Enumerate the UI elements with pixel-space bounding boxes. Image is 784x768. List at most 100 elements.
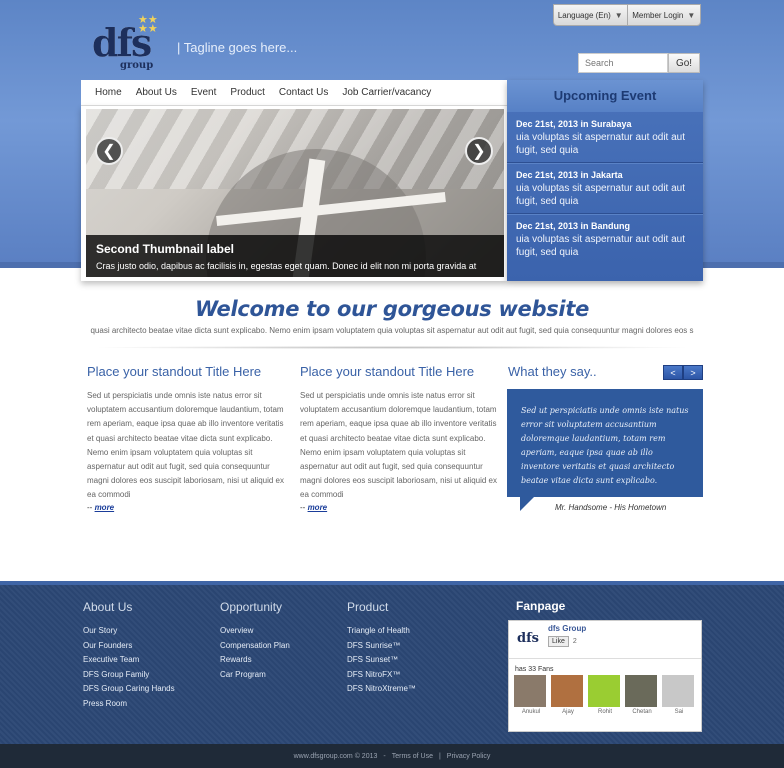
footer-product-title: Product: [347, 600, 389, 614]
event-date: Dec 21st, 2013 in Surabaya: [516, 119, 632, 129]
language-label: Language (En): [557, 10, 611, 20]
footer-link[interactable]: DFS NitroXtreme™: [347, 682, 416, 697]
footer-link[interactable]: Triangle of Health: [347, 624, 416, 639]
testimonial-prev-button[interactable]: <: [663, 365, 683, 380]
logo-text: dfs: [92, 20, 152, 65]
column-body: Sed ut perspiciatis unde omnis iste natu…: [87, 391, 284, 500]
footer-link[interactable]: Executive Team: [83, 653, 175, 668]
privacy-link[interactable]: Privacy Policy: [447, 753, 491, 760]
read-more: -- more: [87, 502, 115, 512]
nav-event[interactable]: Event: [184, 87, 224, 98]
slide-caption: Second Thumbnail label Cras justo odio, …: [86, 235, 504, 277]
footer-opportunity: Opportunity Overview Compensation Plan R…: [220, 600, 290, 682]
chevron-down-icon: ▼: [614, 10, 623, 20]
footer-link[interactable]: Press Room: [83, 697, 175, 712]
fb-page-logo[interactable]: dfs: [512, 624, 544, 656]
event-text: uia voluptas sit aspernatur aut odit aut…: [516, 183, 685, 207]
fanpage-title: Fanpage: [516, 599, 566, 613]
footer-link[interactable]: DFS Sunset™: [347, 653, 416, 668]
event-text: uia voluptas sit aspernatur aut odit aut…: [516, 132, 685, 156]
footer-about-title: About Us: [83, 600, 133, 614]
column-title: Place your standout Title Here: [87, 364, 262, 379]
logo-subtext: group: [120, 60, 154, 71]
welcome-title: Welcome to our gorgeous website: [194, 297, 590, 321]
testimonial-controls: < >: [663, 365, 703, 380]
footer-link[interactable]: Rewards: [220, 653, 290, 668]
event-item[interactable]: Dec 21st, 2013 in Surabaya uia voluptas …: [507, 112, 703, 163]
upcoming-events-panel: Upcoming Event Dec 21st, 2013 in Surabay…: [507, 80, 703, 281]
event-item[interactable]: Dec 21st, 2013 in Bandung uia voluptas s…: [507, 214, 703, 265]
terms-link[interactable]: Terms of Use: [392, 753, 433, 760]
footer-link[interactable]: DFS Sunrise™: [347, 639, 416, 654]
slider-next-button[interactable]: ❯: [465, 137, 493, 165]
avatar: [551, 675, 583, 707]
footer-link[interactable]: DFS Group Caring Hands: [83, 682, 175, 697]
footer-link[interactable]: Compensation Plan: [220, 639, 290, 654]
copyright: www.dfsgroup.com © 2013: [293, 752, 378, 760]
content-column: Place your standout Title Here Sed ut pe…: [87, 364, 287, 512]
footer-product: Product Triangle of Health DFS Sunrise™ …: [347, 600, 416, 697]
footer-link[interactable]: DFS Group Family: [83, 668, 175, 683]
language-dropdown[interactable]: Language (En) ▼: [554, 5, 627, 25]
footer-link[interactable]: Our Founders: [83, 639, 175, 654]
tagline: | Tagline goes here...: [177, 40, 298, 55]
slide-image: ❮ ❯ Second Thumbnail label Cras justo od…: [86, 109, 504, 277]
footer-link[interactable]: Car Program: [220, 668, 290, 683]
more-link[interactable]: more: [308, 503, 328, 512]
nav-job-carrier[interactable]: Job Carrier/vacancy: [335, 87, 438, 98]
avatar: [662, 675, 694, 707]
fan-face[interactable]: Rohit: [588, 675, 622, 715]
column-title: Place your standout Title Here: [300, 364, 475, 379]
event-date: Dec 21st, 2013 in Bandung: [516, 221, 631, 231]
read-more: -- more: [300, 502, 328, 512]
quote-tail: [520, 497, 534, 511]
search-button[interactable]: Go!: [668, 53, 700, 73]
fb-fan-faces: Anukul Ajay Rohit Chetan Sai: [509, 675, 701, 715]
search-form: Go!: [578, 53, 700, 73]
footer-link[interactable]: DFS NitroFX™: [347, 668, 416, 683]
slide-caption-title: Second Thumbnail label: [96, 242, 235, 256]
slide-caption-text: Cras justo odio, dapibus ac facilisis in…: [96, 261, 477, 271]
testimonial-next-button[interactable]: >: [683, 365, 703, 380]
search-input[interactable]: [578, 53, 668, 73]
facebook-widget: dfs dfs Group Like 2 has 33 Fans Anukul …: [508, 620, 702, 732]
section-divider: [90, 346, 694, 349]
fan-face[interactable]: Sai: [662, 675, 696, 715]
footer-opportunity-title: Opportunity: [220, 600, 283, 614]
slider-prev-button[interactable]: ❮: [95, 137, 123, 165]
footer-link[interactable]: Overview: [220, 624, 290, 639]
fb-header: dfs dfs Group Like 2: [509, 621, 701, 659]
member-login-label: Member Login: [632, 10, 684, 20]
more-link[interactable]: more: [95, 503, 115, 512]
footer-about: About Us Our Story Our Founders Executiv…: [83, 600, 175, 711]
fan-face[interactable]: Anukul: [514, 675, 548, 715]
testimonial-header: What they say.. < >: [508, 364, 703, 380]
nav-home[interactable]: Home: [88, 87, 129, 98]
testimonial-author: Mr. Handsome - His Hometown: [555, 503, 667, 512]
nav-contact-us[interactable]: Contact Us: [272, 87, 335, 98]
footer-link[interactable]: Our Story: [83, 624, 175, 639]
fan-face[interactable]: Ajay: [551, 675, 585, 715]
avatar: [588, 675, 620, 707]
fan-face[interactable]: Chetan: [625, 675, 659, 715]
nav-about-us[interactable]: About Us: [129, 87, 184, 98]
member-login-dropdown[interactable]: Member Login ▼: [626, 5, 701, 25]
avatar: [625, 675, 657, 707]
welcome-subtitle: quasi architecto beatae vitae dicta sunt…: [90, 326, 694, 335]
testimonial-quote: Sed ut perspiciatis unde omnis iste natu…: [507, 389, 703, 497]
avatar: [514, 675, 546, 707]
welcome-section: Welcome to our gorgeous website quasi ar…: [0, 297, 784, 335]
site-logo[interactable]: ★★ ★★ dfs group: [92, 15, 162, 72]
chevron-down-icon: ▼: [687, 10, 696, 20]
bottom-bar: www.dfsgroup.com © 2013 - Terms of Use |…: [0, 744, 784, 768]
event-item[interactable]: Dec 21st, 2013 in Jakarta uia voluptas s…: [507, 163, 703, 214]
column-body: Sed ut perspiciatis unde omnis iste natu…: [300, 391, 497, 500]
image-slider: ❮ ❯ Second Thumbnail label Cras justo od…: [81, 106, 507, 281]
fb-like-count: 2: [572, 638, 577, 645]
fb-page-name[interactable]: dfs Group: [548, 624, 586, 633]
top-utility-bar: Language (En) ▼ Member Login ▼: [553, 4, 701, 26]
events-title: Upcoming Event: [507, 80, 703, 112]
fb-fan-count: has 33 Fans: [515, 666, 554, 673]
nav-product[interactable]: Product: [223, 87, 271, 98]
fb-like-button[interactable]: Like: [548, 636, 569, 647]
